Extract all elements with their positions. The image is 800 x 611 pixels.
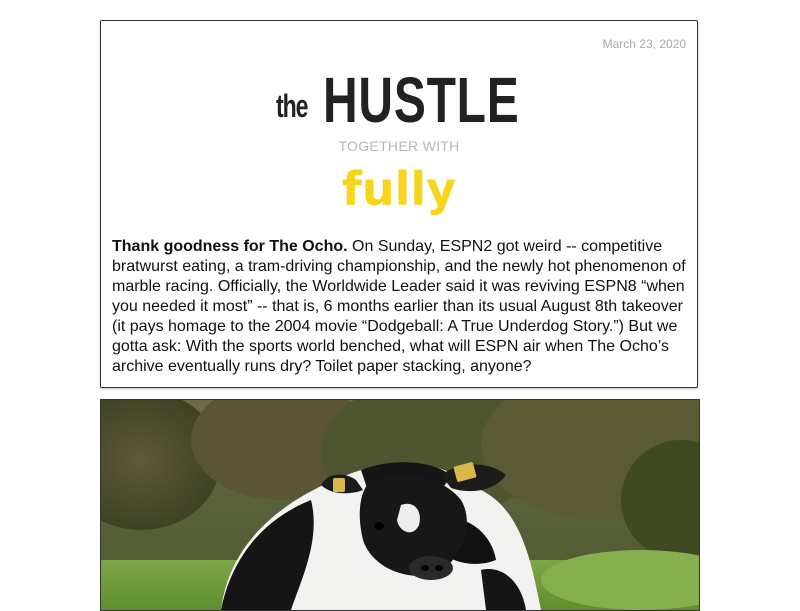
photo-card (100, 399, 700, 611)
lead-body: On Sunday, ESPN2 got weird -- competitiv… (112, 238, 686, 375)
hustle-logo[interactable]: the HUSTLE (276, 64, 526, 136)
together-with-label: TOGETHER WITH (338, 138, 460, 154)
logo-hustle: HUSTLE (323, 64, 520, 136)
cow-photo (101, 400, 699, 610)
lead-paragraph: Thank goodness for The Ocho. On Sunday, … (112, 237, 690, 377)
newsletter-header-card: March 23, 2020 the HUSTLE TOGETHER WITH … (100, 20, 698, 388)
logo-the: the (276, 88, 308, 124)
partner-logo-fully[interactable]: fully (101, 160, 697, 218)
issue-date: March 23, 2020 (602, 37, 686, 51)
lead-headline: Thank goodness for The Ocho. (112, 238, 348, 255)
